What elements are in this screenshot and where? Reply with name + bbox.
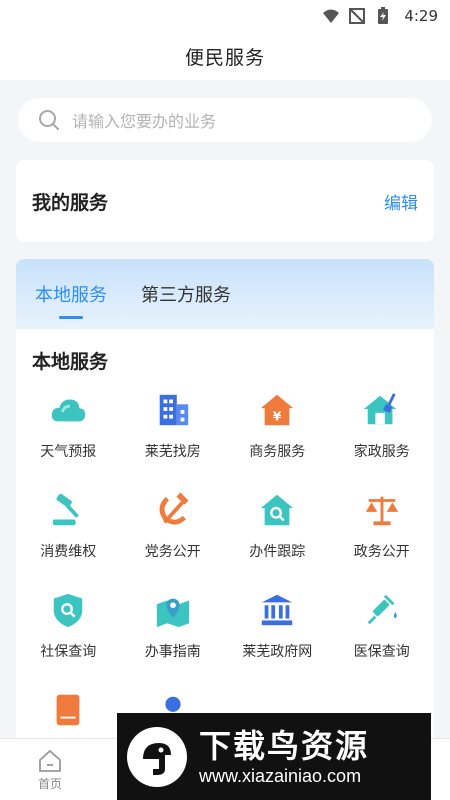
map-pin-icon bbox=[156, 598, 189, 628]
nav-home-label: 首页 bbox=[37, 777, 62, 791]
service-guide[interactable]: 办事指南 bbox=[121, 591, 226, 661]
wifi-icon bbox=[323, 9, 340, 23]
services-grid: 天气预报 莱芜找房 ¥ 商务服务 家政服务 消费维权 党务公开 办件跟踪 政务公… bbox=[16, 391, 434, 741]
my-services-card: 我的服务 编辑 bbox=[16, 160, 434, 242]
service-label: 家政服务 bbox=[353, 444, 410, 460]
hammer-sickle-icon bbox=[159, 492, 189, 525]
cloud-icon bbox=[51, 399, 86, 422]
building-icon bbox=[159, 394, 188, 426]
tab-third-party-services[interactable]: 第三方服务 bbox=[141, 259, 231, 329]
service-weather[interactable]: 天气预报 bbox=[16, 391, 121, 461]
nav-home[interactable]: 首页 bbox=[32, 749, 68, 792]
service-tabs: 本地服务 第三方服务 bbox=[16, 259, 434, 329]
syringe-icon bbox=[367, 594, 397, 625]
service-partial-item[interactable] bbox=[16, 691, 121, 741]
home-icon bbox=[39, 749, 61, 772]
gavel-icon bbox=[53, 493, 80, 526]
status-bar: 4:29 bbox=[0, 0, 450, 32]
service-house-hunting[interactable]: 莱芜找房 bbox=[121, 391, 226, 461]
bird-logo-icon bbox=[127, 726, 187, 787]
service-consumer-rights[interactable]: 消费维权 bbox=[16, 491, 121, 561]
service-label: 消费维权 bbox=[40, 544, 97, 560]
service-label: 莱芜政府网 bbox=[242, 644, 313, 660]
service-label: 政务公开 bbox=[353, 544, 410, 560]
house-search-icon bbox=[261, 494, 294, 526]
book-icon bbox=[56, 694, 80, 726]
search-input[interactable]: 请输入您要办的业务 bbox=[18, 98, 432, 142]
service-label: 天气预报 bbox=[40, 444, 97, 460]
search-icon bbox=[39, 110, 59, 130]
service-label: 莱芜找房 bbox=[144, 444, 201, 460]
service-label: 医保查询 bbox=[353, 644, 410, 660]
svg-text:¥: ¥ bbox=[273, 409, 282, 423]
page-title: 便民服务 bbox=[184, 46, 265, 69]
watermark-url: www.xiazainiao.com bbox=[199, 765, 362, 786]
service-housekeeping[interactable]: 家政服务 bbox=[330, 391, 435, 461]
service-label: 党务公开 bbox=[144, 544, 201, 560]
my-services-title: 我的服务 bbox=[32, 191, 109, 214]
active-tab-indicator bbox=[59, 316, 83, 319]
service-government-affairs[interactable]: 政务公开 bbox=[330, 491, 435, 561]
local-services-title: 本地服务 bbox=[32, 351, 109, 373]
search-section: 请输入您要办的业务 bbox=[0, 80, 450, 146]
shield-search-icon bbox=[54, 593, 83, 628]
service-label: 办事指南 bbox=[144, 644, 201, 660]
scales-icon bbox=[365, 496, 398, 526]
status-time: 4:29 bbox=[404, 7, 438, 25]
battery-charging-icon bbox=[378, 7, 389, 24]
service-label: 办件跟踪 bbox=[249, 544, 306, 560]
watermark-text: 下载鸟资源 www.xiazainiao.com bbox=[199, 727, 369, 787]
tab-label: 第三方服务 bbox=[141, 285, 231, 306]
service-label: 商务服务 bbox=[249, 444, 306, 460]
service-case-tracking[interactable]: 办件跟踪 bbox=[225, 491, 330, 561]
service-business[interactable]: ¥ 商务服务 bbox=[225, 391, 330, 461]
tab-label: 本地服务 bbox=[35, 285, 107, 306]
service-label: 社保查询 bbox=[40, 644, 97, 660]
tab-local-services[interactable]: 本地服务 bbox=[35, 259, 107, 329]
government-building-icon bbox=[262, 594, 293, 626]
search-placeholder: 请输入您要办的业务 bbox=[72, 112, 217, 131]
service-party-affairs[interactable]: 党务公开 bbox=[121, 491, 226, 561]
service-social-security[interactable]: 社保查询 bbox=[16, 591, 121, 661]
service-medical-insurance[interactable]: 医保查询 bbox=[330, 591, 435, 661]
yen-house-icon: ¥ bbox=[261, 394, 294, 426]
watermark-title: 下载鸟资源 bbox=[199, 727, 370, 764]
no-signal-icon bbox=[349, 8, 366, 24]
edit-button[interactable]: 编辑 bbox=[384, 189, 418, 214]
app-header: 便民服务 bbox=[0, 32, 450, 80]
house-broom-icon bbox=[363, 393, 396, 425]
local-services-panel: 本地服务 天气预报 莱芜找房 ¥ 商务服务 家政服务 消费维权 党务公开 办件跟… bbox=[16, 329, 434, 769]
service-government-website[interactable]: 莱芜政府网 bbox=[225, 591, 330, 661]
watermark-overlay: 下载鸟资源 www.xiazainiao.com bbox=[117, 713, 431, 800]
